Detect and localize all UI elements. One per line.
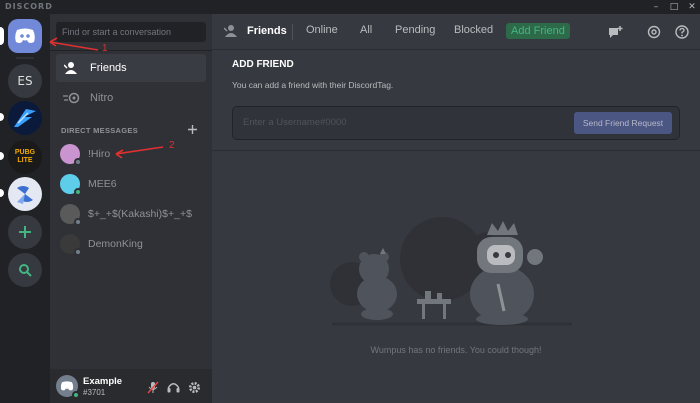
dm-name: $+_+$(Kakashi)$+_+$	[88, 208, 192, 220]
dm-name: MEE6	[88, 178, 117, 190]
selected-server-pill	[0, 27, 4, 45]
tab-blocked[interactable]: Blocked	[454, 24, 493, 36]
conversation-search-input[interactable]: Find or start a conversation	[56, 22, 206, 42]
headphones-icon[interactable]	[166, 380, 180, 394]
send-friend-request-button[interactable]: Send Friend Request	[574, 112, 672, 134]
mention-icon[interactable]	[646, 24, 662, 40]
new-group-dm-icon[interactable]	[608, 24, 624, 40]
maximize-button[interactable]: □	[668, 1, 680, 13]
sidebar-divider	[50, 50, 212, 51]
avatar	[60, 204, 82, 226]
server-rail: ES PUBG LITE	[0, 14, 50, 403]
avatar	[60, 174, 82, 196]
add-friend-tab[interactable]: Add Friend	[506, 23, 570, 39]
dm-name: !Hiro	[88, 148, 111, 160]
tab-pending[interactable]: Pending	[395, 24, 435, 36]
add-friend-description: You can add a friend with their DiscordT…	[232, 80, 394, 90]
friends-title-label: Friends	[247, 25, 287, 37]
help-icon[interactable]	[674, 24, 690, 40]
user-panel: Example #3701	[50, 369, 212, 403]
wing-logo-icon	[14, 109, 36, 127]
header-separator	[292, 24, 293, 40]
username-input[interactable]: Enter a Username#0000	[243, 117, 347, 128]
dm-item-kakashi[interactable]: $+_+$(Kakashi)$+_+$	[56, 201, 206, 227]
magnifier-icon	[19, 264, 32, 277]
pinwheel-icon	[17, 186, 33, 204]
user-avatar[interactable]	[56, 375, 80, 399]
explore-servers-button[interactable]	[8, 253, 42, 287]
create-dm-button[interactable]	[188, 123, 197, 137]
dm-name: DemonKing	[88, 238, 143, 250]
server-es-label: ES	[17, 74, 33, 88]
status-offline-icon	[74, 158, 82, 166]
home-button[interactable]	[8, 19, 42, 53]
server-pubg-lite[interactable]: PUBG LITE	[8, 140, 42, 174]
minimize-button[interactable]: –	[650, 1, 662, 13]
dm-sidebar: Find or start a conversation Friends Nit…	[50, 14, 212, 403]
dm-item-mee6[interactable]: MEE6	[56, 171, 206, 197]
wumpus-illustration	[330, 217, 572, 326]
plus-icon	[19, 226, 31, 238]
status-offline-icon	[74, 248, 82, 256]
empty-friends-message: Wumpus has no friends. You could though!	[370, 345, 542, 355]
server-pinwheel[interactable]	[8, 177, 42, 211]
tab-all[interactable]: All	[360, 24, 372, 36]
status-offline-icon	[74, 218, 82, 226]
dm-item-demonking[interactable]: DemonKing	[56, 231, 206, 257]
annotation-label-1: 1	[102, 43, 108, 54]
add-server-button[interactable]	[8, 215, 42, 249]
unread-pill-3	[0, 189, 4, 197]
annotation-label-2: 2	[169, 140, 175, 151]
friends-icon	[224, 25, 237, 37]
discord-logo-icon	[15, 28, 35, 43]
settings-gear-icon[interactable]	[187, 380, 201, 394]
user-name: Example	[83, 376, 123, 387]
plus-icon	[188, 125, 197, 134]
app-brand: DISCORD	[5, 2, 53, 11]
nav-friends[interactable]: Friends	[56, 54, 206, 82]
unread-pill	[0, 113, 4, 121]
dm-section-header: DIRECT MESSAGES	[61, 126, 139, 135]
avatar	[60, 234, 82, 256]
close-button[interactable]: ✕	[686, 1, 698, 13]
friends-icon	[62, 60, 82, 76]
nitro-icon	[62, 90, 82, 106]
friends-title: Friends	[224, 24, 287, 38]
server-es[interactable]: ES	[8, 64, 42, 98]
status-online-icon	[72, 391, 80, 399]
status-online-icon	[74, 188, 82, 196]
discord-logo-icon	[60, 381, 74, 391]
add-friend-form: Enter a Username#0000 Send Friend Reques…	[232, 106, 680, 140]
friends-header-bar: Friends Online All Pending Blocked Add F…	[212, 14, 700, 50]
nav-friends-label: Friends	[90, 62, 127, 74]
nav-nitro-label: Nitro	[90, 92, 114, 104]
unread-pill-2	[0, 152, 4, 160]
pubg-lite-logo: PUBG LITE	[14, 149, 36, 164]
section-divider	[212, 150, 700, 151]
dm-item-hiro[interactable]: !Hiro	[56, 141, 206, 167]
avatar	[60, 144, 82, 166]
tab-online[interactable]: Online	[306, 24, 338, 36]
server-wing[interactable]	[8, 101, 42, 135]
nav-nitro[interactable]: Nitro	[56, 84, 206, 112]
main-panel: Friends Online All Pending Blocked Add F…	[212, 14, 700, 403]
rail-separator	[16, 57, 34, 59]
mute-mic-icon[interactable]	[146, 380, 160, 394]
add-friend-title: ADD FRIEND	[232, 59, 294, 70]
user-tag: #3701	[83, 388, 106, 397]
title-bar: DISCORD – □ ✕	[0, 0, 700, 14]
